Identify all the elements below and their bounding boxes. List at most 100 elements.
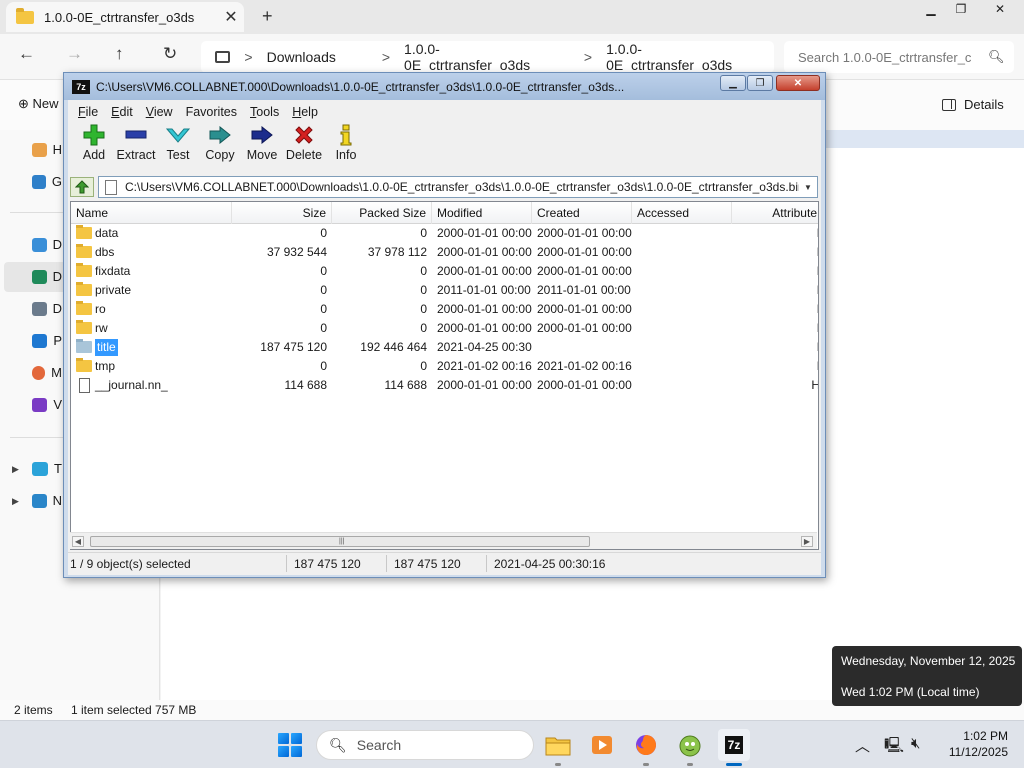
- column-modified[interactable]: Modified: [432, 202, 532, 224]
- expand-arrow-icon[interactable]: ▶: [12, 464, 19, 475]
- status-divider: [486, 555, 487, 572]
- file-explorer-icon: [545, 737, 571, 756]
- search-placeholder: Search 1.0.0-0E_ctrtransfer_c: [798, 49, 972, 65]
- sidebar-item-network[interactable]: N: [32, 493, 62, 508]
- chevron-down-icon[interactable]: ▼: [799, 183, 817, 192]
- volume-muted-icon[interactable]: 🔇︎: [911, 735, 920, 752]
- sevenzip-titlebar[interactable]: 7z C:\Users\VM6.COLLABNET.000\Downloads\…: [64, 73, 825, 100]
- item-name: rw: [95, 321, 108, 335]
- list-item[interactable]: tmp 0 0 2021-01-02 00:16 2021-01-02 00:16 I: [71, 357, 818, 376]
- column-attributes[interactable]: Attribute: [732, 202, 818, 224]
- list-item[interactable]: title 187 475 120 192 446 464 2021-04-25 00…: [71, 338, 818, 357]
- list-item[interactable]: dbs 37 932 544 37 978 112 2000-01-01 00:00 2…: [71, 243, 818, 262]
- expand-arrow-icon[interactable]: ▶: [12, 496, 19, 507]
- clock-date: 11/12/2025: [948, 745, 1008, 759]
- path-combobox[interactable]: C:\Users\VM6.COLLABNET.000\Downloads\1.0…: [98, 176, 818, 198]
- new-button[interactable]: ⊕ New: [18, 96, 59, 112]
- minimize-button[interactable]: ▁: [916, 0, 946, 18]
- scroll-thumb[interactable]: |||: [90, 536, 590, 547]
- explorer-tab[interactable]: 1.0.0-0E_ctrtransfer_o3ds ✕: [6, 2, 244, 32]
- refresh-button[interactable]: ↻: [163, 44, 177, 64]
- delete-button[interactable]: Delete: [283, 122, 325, 170]
- breadcrumb-downloads[interactable]: Downloads: [267, 49, 336, 65]
- column-accessed[interactable]: Accessed: [632, 202, 732, 224]
- menu-mnemonic: F: [78, 105, 86, 119]
- list-item[interactable]: private 0 0 2011-01-01 00:00 2011-01-01 00:0…: [71, 281, 818, 300]
- add-label: Add: [82, 148, 106, 162]
- item-created: 2000-01-01 00:00: [537, 226, 632, 240]
- breadcrumb-sep: >: [244, 49, 253, 65]
- file-explorer-taskbar-button[interactable]: [542, 729, 574, 766]
- taskbar-clock[interactable]: 1:02 PM 11/12/2025: [940, 728, 1008, 760]
- close-button[interactable]: ✕: [976, 0, 1024, 18]
- start-button[interactable]: [278, 733, 302, 757]
- add-button[interactable]: Add: [73, 122, 115, 170]
- list-item[interactable]: fixdata 0 0 2000-01-01 00:00 2000-01-01 00:0…: [71, 262, 818, 281]
- list-item[interactable]: __journal.nn_ 114 688 114 688 2000-01-01 00…: [71, 376, 818, 395]
- item-attributes: I: [732, 281, 818, 300]
- folder-icon: [76, 339, 92, 353]
- windows-logo-icon: [278, 746, 289, 757]
- sidebar-item-downloads[interactable]: D: [32, 269, 62, 284]
- menu-file[interactable]: File: [78, 102, 98, 122]
- clock-tooltip: Wednesday, November 12, 2025 Wed 1:02 PM…: [832, 646, 1022, 706]
- scroll-right-arrow-icon[interactable]: ▶: [801, 536, 813, 547]
- address-bar[interactable]: > Downloads > 1.0.0-0E_ctrtransfer_o3ds …: [201, 41, 774, 73]
- sidebar-item-home[interactable]: H: [32, 142, 62, 157]
- column-size[interactable]: Size: [232, 202, 332, 224]
- sidebar-item-this-pc[interactable]: T: [32, 461, 62, 476]
- sevenzip-minimize-button[interactable]: ▁: [720, 75, 746, 91]
- sevenzip-taskbar-button[interactable]: 7z: [718, 729, 750, 766]
- column-created[interactable]: Created: [532, 202, 632, 224]
- menu-view[interactable]: View: [146, 102, 173, 122]
- up-button[interactable]: ↑: [115, 44, 124, 64]
- maximize-button[interactable]: ❐: [946, 0, 976, 18]
- chevron-up-icon[interactable]: ︿: [855, 735, 870, 756]
- tab-close-button[interactable]: ✕: [218, 7, 244, 27]
- list-item[interactable]: ro 0 0 2000-01-01 00:00 2000-01-01 00:00 I: [71, 300, 818, 319]
- menu-help[interactable]: Help: [292, 102, 318, 122]
- copy-button[interactable]: Copy: [199, 122, 241, 170]
- folder-icon: [76, 301, 92, 315]
- info-button[interactable]: Info: [325, 122, 367, 170]
- forward-button[interactable]: →: [66, 44, 83, 64]
- item-packed-size: 114 688: [384, 378, 428, 392]
- sidebar-item-pictures[interactable]: P: [32, 333, 62, 348]
- test-button[interactable]: Test: [157, 122, 199, 170]
- column-packed-size[interactable]: Packed Size: [332, 202, 432, 224]
- new-tab-button[interactable]: +: [262, 6, 273, 27]
- network-icon[interactable]: 🖳︎: [884, 735, 904, 760]
- back-button[interactable]: ←: [18, 44, 35, 64]
- item-size: 187 475 120: [260, 340, 327, 354]
- menu-tools[interactable]: Tools: [250, 102, 279, 122]
- breadcrumb-folder-1[interactable]: 1.0.0-0E_ctrtransfer_o3ds: [404, 41, 558, 73]
- delete-label: Delete: [285, 148, 323, 162]
- sidebar-item-documents[interactable]: D: [32, 301, 62, 316]
- sevenzip-close-button[interactable]: ✕: [776, 75, 820, 91]
- menu-edit[interactable]: Edit: [111, 102, 133, 122]
- app-taskbar-button[interactable]: [674, 729, 706, 766]
- breadcrumb-folder-2[interactable]: 1.0.0-0E_ctrtransfer_o3ds: [606, 41, 760, 73]
- item-packed-size: 0: [420, 226, 427, 240]
- sevenzip-logo-icon: 7z: [72, 80, 90, 94]
- list-item[interactable]: data 0 0 2000-01-01 00:00 2000-01-01 00:00 I: [71, 224, 818, 243]
- horizontal-scrollbar[interactable]: ◀ ||| ▶: [70, 532, 817, 549]
- search-box[interactable]: Search 1.0.0-0E_ctrtransfer_c 🔍︎: [784, 41, 1014, 73]
- sidebar-item-gallery[interactable]: G: [32, 174, 62, 189]
- scroll-left-arrow-icon[interactable]: ◀: [72, 536, 84, 547]
- media-player-taskbar-button[interactable]: [586, 729, 618, 761]
- sevenzip-maximize-button[interactable]: ❐: [747, 75, 773, 91]
- firefox-taskbar-button[interactable]: [630, 729, 662, 766]
- sidebar-item-desktop[interactable]: D: [32, 237, 62, 252]
- minus-icon: [125, 122, 147, 148]
- move-button[interactable]: Move: [241, 122, 283, 170]
- menu-favorites[interactable]: Favorites: [186, 102, 237, 122]
- sidebar-item-videos[interactable]: V: [32, 397, 62, 412]
- extract-button[interactable]: Extract: [115, 122, 157, 170]
- sidebar-item-music[interactable]: M: [32, 365, 62, 380]
- list-item[interactable]: rw 0 0 2000-01-01 00:00 2000-01-01 00:00 I: [71, 319, 818, 338]
- up-folder-button[interactable]: [70, 177, 94, 197]
- taskbar-search[interactable]: 🔍︎ Search: [316, 730, 534, 760]
- details-button[interactable]: Details: [942, 97, 1004, 112]
- column-name[interactable]: Name: [71, 202, 232, 224]
